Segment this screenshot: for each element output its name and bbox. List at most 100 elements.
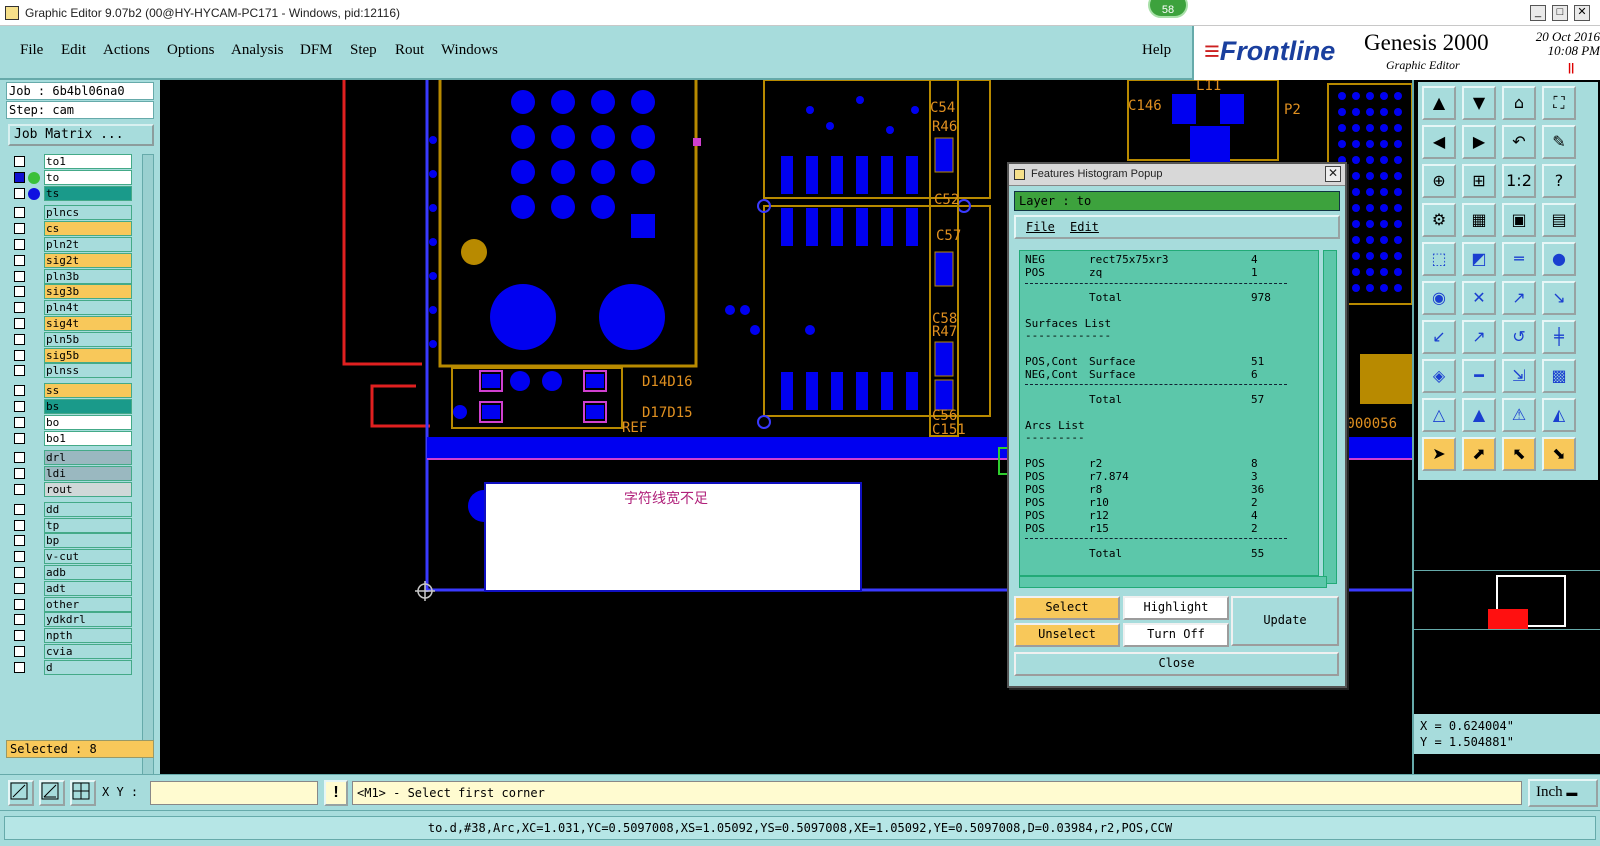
- xy-coordinate-input[interactable]: [150, 781, 318, 805]
- layer-row-pln5b[interactable]: pln5b: [8, 331, 136, 347]
- layer-row-bs[interactable]: bs: [8, 399, 136, 414]
- layer-checkbox[interactable]: [14, 270, 25, 282]
- popup-close-button[interactable]: Close: [1014, 652, 1339, 676]
- arc-icon[interactable]: ↺: [1502, 320, 1536, 354]
- layer-row-cvia[interactable]: cvia: [8, 644, 136, 659]
- minimize-button[interactable]: _: [1530, 5, 1546, 21]
- shape-icon[interactable]: ⬚: [1422, 242, 1456, 276]
- layer-checkbox[interactable]: [14, 385, 25, 397]
- dfm-icon[interactable]: ╪: [1542, 320, 1576, 354]
- layer-checkbox[interactable]: [14, 484, 25, 495]
- layer-checkbox[interactable]: [14, 535, 25, 547]
- job-matrix-button[interactable]: Job Matrix ...: [8, 124, 154, 146]
- layer-checkbox[interactable]: [14, 503, 25, 515]
- menu-file[interactable]: File: [20, 42, 43, 59]
- layer-row-pln2t[interactable]: pln2t: [8, 237, 136, 252]
- triangle-red-icon[interactable]: ▲: [1462, 398, 1496, 432]
- measure-icon[interactable]: [39, 780, 65, 806]
- warning-button[interactable]: !: [324, 780, 348, 806]
- layer-checkbox[interactable]: [14, 416, 25, 428]
- popup-menu-edit[interactable]: Edit: [1070, 217, 1099, 237]
- layer-list-scrollbar[interactable]: [142, 154, 154, 810]
- resize-icon[interactable]: ⇲: [1502, 359, 1536, 393]
- menu-step[interactable]: Step: [350, 42, 377, 59]
- layer-checkbox[interactable]: [14, 598, 25, 610]
- measure-icon[interactable]: ◩: [1462, 242, 1496, 276]
- layer-map-icon[interactable]: ▤: [1542, 203, 1576, 237]
- layer-checkbox[interactable]: [14, 614, 25, 626]
- layer-row-adt[interactable]: adt: [8, 580, 136, 596]
- layer-checkbox[interactable]: [14, 468, 25, 480]
- popup-menu-file[interactable]: File: [1026, 217, 1055, 237]
- update-button[interactable]: Update: [1231, 596, 1339, 646]
- layer-checkbox[interactable]: [14, 582, 25, 594]
- layer-checkbox[interactable]: [14, 254, 25, 266]
- layer-row-d[interactable]: d: [8, 659, 136, 675]
- layer-row-sig3b[interactable]: sig3b: [8, 284, 136, 300]
- layer-row-ts[interactable]: ts: [8, 185, 136, 201]
- layer-checkbox[interactable]: [14, 567, 25, 578]
- layer-checkbox[interactable]: [14, 646, 25, 657]
- menu-dfm[interactable]: DFM: [300, 42, 333, 59]
- zoom-in-icon[interactable]: [8, 780, 34, 806]
- pointer-select-icon[interactable]: ⬉: [1502, 437, 1536, 471]
- pan-left-icon[interactable]: ◀: [1422, 125, 1456, 159]
- layer-row-bp[interactable]: bp: [8, 533, 136, 549]
- sketch-icon[interactable]: ✎: [1542, 125, 1576, 159]
- zoom-back-icon[interactable]: ↶: [1502, 125, 1536, 159]
- layer-row-ss[interactable]: ss: [8, 383, 136, 399]
- layer-row-sig5b[interactable]: sig5b: [8, 347, 136, 363]
- layer-checkbox[interactable]: [14, 519, 25, 531]
- move-up-icon[interactable]: ▲: [1422, 86, 1456, 120]
- dot-icon[interactable]: ●: [1542, 242, 1576, 276]
- move-down-icon[interactable]: ▼: [1462, 86, 1496, 120]
- close-button[interactable]: ✕: [1574, 5, 1590, 21]
- fit-icon[interactable]: ⛶: [1542, 86, 1576, 120]
- layer-row-to1[interactable]: to1: [8, 154, 136, 169]
- triangle-b-icon[interactable]: ◭: [1542, 398, 1576, 432]
- pad-icon[interactable]: ◈: [1422, 359, 1456, 393]
- layer-row-sig4t[interactable]: sig4t: [8, 316, 136, 331]
- layer-checkbox[interactable]: [14, 302, 25, 314]
- layer-checkbox[interactable]: [14, 432, 25, 444]
- layer-checkbox[interactable]: [14, 365, 25, 377]
- layer-row-v-cut[interactable]: v-cut: [8, 549, 136, 565]
- restore-button[interactable]: □: [1552, 5, 1568, 21]
- triangle-tool-icon[interactable]: ⚠: [1502, 398, 1536, 432]
- select-button[interactable]: Select: [1014, 596, 1120, 620]
- line-red-icon[interactable]: ↘: [1542, 281, 1576, 315]
- layer-checkbox[interactable]: [14, 333, 25, 345]
- histogram-vertical-scrollbar[interactable]: [1323, 250, 1337, 584]
- grid-snap-icon[interactable]: [70, 780, 96, 806]
- layer-checkbox[interactable]: [14, 630, 25, 642]
- layer-row-ydkdrl[interactable]: ydkdrl: [8, 612, 136, 628]
- menu-windows[interactable]: Windows: [441, 42, 498, 59]
- layer-row-rout[interactable]: rout: [8, 482, 136, 497]
- layer-checkbox[interactable]: [14, 349, 25, 361]
- layer-checkbox[interactable]: [14, 286, 25, 298]
- layer-row-sig2t[interactable]: sig2t: [8, 252, 136, 268]
- layer-row-bo[interactable]: bo: [8, 414, 136, 430]
- histogram-list[interactable]: NEG rect75x75xr3 4 POS zq 1 Total 978 Surface…: [1019, 250, 1319, 576]
- minus-icon[interactable]: ━: [1462, 359, 1496, 393]
- popup-close-icon[interactable]: ✕: [1325, 166, 1341, 182]
- pointer-box-icon[interactable]: ⬈: [1462, 437, 1496, 471]
- menu-rout[interactable]: Rout: [395, 42, 424, 59]
- home-icon[interactable]: ⌂: [1502, 86, 1536, 120]
- notification-badge[interactable]: 58: [1148, 0, 1188, 18]
- layer-checkbox[interactable]: [14, 401, 25, 412]
- scale-1-2-icon[interactable]: 1:2: [1502, 164, 1536, 198]
- slash-icon[interactable]: ↗: [1462, 320, 1496, 354]
- units-selector[interactable]: Inch ▬: [1528, 779, 1598, 807]
- layer-row-other[interactable]: other: [8, 596, 136, 612]
- layer-row-dd[interactable]: dd: [8, 501, 136, 517]
- layer-checkbox[interactable]: [14, 452, 25, 464]
- minimap[interactable]: [1414, 570, 1600, 630]
- line-icon[interactable]: ↗: [1502, 281, 1536, 315]
- layer-row-plncs[interactable]: plncs: [8, 205, 136, 221]
- unselect-button[interactable]: Unselect: [1014, 623, 1120, 647]
- layer-row-adb[interactable]: adb: [8, 565, 136, 580]
- layer-row-pln4t[interactable]: pln4t: [8, 300, 136, 316]
- ruler-icon[interactable]: ═: [1502, 242, 1536, 276]
- layer-checkbox[interactable]: [14, 156, 25, 167]
